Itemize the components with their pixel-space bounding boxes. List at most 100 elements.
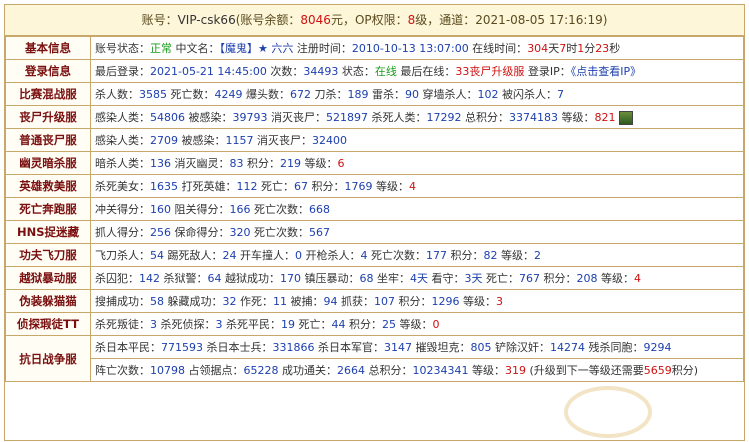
stat-text: 铲除汉奸： [491,341,550,354]
row-values: 飞刀杀人：54 踢死敌人：24 开车撞人：0 开枪杀人：4 死亡次数：177 积… [90,243,744,267]
stat-text: 90 [405,88,419,101]
stat-text: 杀人数： [95,88,139,101]
row-values: 杀日本平民：771593 杀日本士兵：331866 杀日本军官：3147 摧毁坦… [90,335,744,359]
stat-text: 32 [222,295,237,308]
stats-row: 抗日战争服 杀日本平民：771593 杀日本士兵：331866 杀日本军官：314… [5,335,744,382]
stat-text: 死亡次数： [250,226,309,239]
stat-text: 被感染： [185,111,233,124]
stat-text: 秒 [609,42,621,55]
stat-text: 感染人类： [95,134,150,147]
row-values: 最后登录：2021-05-21 14:45:00 次数：34493 状态：在线 … [90,59,744,83]
stat-text: 躲藏成功： [164,295,223,308]
stat-text: 1157 [225,134,254,147]
stat-text: 672 [290,88,311,101]
stat-text: 3 [496,295,503,308]
stat-text: 3天 [464,272,483,285]
stat-text: 521897 [326,111,368,124]
stat-text: 4天 [410,272,428,285]
balance-prefix: (账号余额： [235,13,301,27]
account-label: 账号： [141,13,178,27]
stat-text[interactable]: 《点击查看IP》 [571,65,641,78]
stat-text: 等级： [301,157,338,170]
stat-text: 看守： [428,272,465,285]
stat-text: 在线 [374,65,397,78]
stat-text: 残杀同胞： [585,341,644,354]
stat-text: 68 [359,272,374,285]
stat-text: 雷杀： [368,88,405,101]
row-values: 杀囚犯：142 杀狱警：64 越狱成功：170 镇压暴动：68 坐牢：4天 看守… [90,266,744,290]
stat-text: 被感染： [178,134,226,147]
stats-row: 功夫飞刀服 飞刀杀人：54 踢死敌人：24 开车撞人：0 开枪杀人：4 死亡次数：… [5,243,744,267]
stat-text: 被捕： [287,295,324,308]
stats-table: 基本信息 账号状态：正常 中文名：【魔鬼】★ 六六 注册时间：2010-10-13… [5,36,744,382]
stat-text: 170 [280,272,301,285]
stat-text: 保命得分： [171,226,230,239]
stat-text: 320 [229,226,251,239]
stat-text: 24 [222,249,237,262]
stats-row: 越狱暴动服 杀囚犯：142 杀狱警：64 越狱成功：170 镇压暴动：68 坐牢：… [5,266,744,290]
stat-text: 杀死人类： [368,111,427,124]
stat-text: 打死英雄： [178,180,237,193]
stat-text: 踢死敌人： [164,249,223,262]
stat-text: 771593 [161,341,203,354]
stat-text: 3 [150,318,157,331]
stat-text: 23 [595,42,610,55]
stat-text: 94 [323,295,338,308]
stat-text: 82 [483,249,498,262]
stat-text: 死亡数： [167,88,215,101]
stat-text: 作死： [236,295,273,308]
row-values: 杀死美女：1635 打死英雄：112 死亡：67 积分：1769 等级：4 [90,174,744,198]
stat-text: 1635 [150,180,178,193]
stat-text: 54806 [150,111,185,124]
stat-text: 开车撞人： [236,249,295,262]
row-values: 阵亡次数：10798 占领据点：65228 成功通关：2664 总积分：1023… [90,358,744,382]
stat-text: 107 [374,295,395,308]
stat-text: 杀死侦探： [157,318,216,331]
stat-text: 次数： [266,65,304,78]
stat-text: 积分： [308,180,345,193]
stat-text: 821 [594,111,616,124]
stat-text: 暗杀人类： [95,157,150,170]
stat-text: 杀囚犯： [95,272,139,285]
stat-text: 等级： [459,295,496,308]
stat-text: 最后登录： [95,65,150,78]
stat-text: 积分： [395,295,432,308]
stat-text: 状态： [338,65,375,78]
row-label: HNS捉迷藏 [5,220,91,244]
player-stats-panel: 账号：VIP-csk66(账号余额：8046元，OP权限：8级，通道：2021-… [4,4,745,441]
row-label: 幽灵暗杀服 [5,151,91,175]
row-label: 死亡奔跑服 [5,197,91,221]
stat-text: 160 [150,203,171,216]
stat-text: 0 [432,318,440,331]
stat-text: 142 [139,272,160,285]
stat-text: 抓人得分： [95,226,150,239]
stat-text: 2021-05-21 14:45:00 [150,65,267,78]
stat-text: 3 [215,318,223,331]
stat-text: 杀死平民： [222,318,281,331]
stat-text: 成功通关： [278,364,337,377]
row-values: 搜捕成功：58 躲藏成功：32 作死：11 被捕：94 抓获：107 积分：12… [90,289,744,313]
stats-row: 侦探瑕徒TT 杀死叛徒：3 杀死侦探：3 杀死平民：19 死亡：44 积分：25 … [5,312,744,336]
stat-text: 总积分： [365,364,413,377]
row-label: 伪装躲猫猫 [5,289,91,313]
stat-text: 54 [150,249,164,262]
stat-text: 摧毁坦克： [412,341,471,354]
stat-text: 44 [331,318,346,331]
stat-text: 208 [576,272,598,285]
stat-text: 11 [273,295,287,308]
row-label: 登录信息 [5,59,91,83]
stat-text: 5659 [643,364,672,377]
stat-text: 【魔鬼】★ 六六 [219,42,294,55]
stat-text: 积分： [447,249,484,262]
stats-row: HNS捉迷藏 抓人得分：256 保命得分：320 死亡次数：567 [5,220,744,244]
stat-text: 死亡： [257,180,294,193]
stat-text: (升级到下一等级还需要 [526,364,644,377]
stat-text: 14274 [550,341,585,354]
stat-text: 0 [295,249,302,262]
stat-text: 3147 [384,341,412,354]
stat-text: 积分： [540,272,577,285]
row-label: 功夫飞刀服 [5,243,91,267]
stat-text: 死亡次数： [250,203,309,216]
stat-text: 杀狱警： [160,272,208,285]
row-values: 杀死叛徒：3 杀死侦探：3 杀死平民：19 死亡：44 积分：25 等级：0 [90,312,744,336]
